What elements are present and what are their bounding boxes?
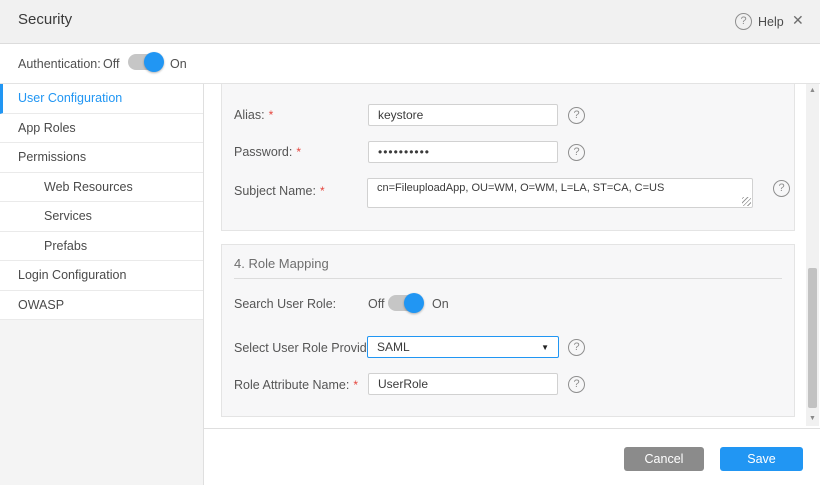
search-user-role-label: Search User Role: xyxy=(234,297,336,311)
required-asterisk: * xyxy=(353,378,358,392)
sidebar-item-prefabs[interactable]: Prefabs xyxy=(0,232,203,262)
dropdown-arrow-icon: ▼ xyxy=(541,343,549,352)
authentication-toggle[interactable] xyxy=(128,54,162,70)
cancel-button[interactable]: Cancel xyxy=(624,447,704,471)
password-input[interactable] xyxy=(368,141,558,163)
help-icon[interactable]: ? xyxy=(568,107,585,124)
scrollbar-down-arrow[interactable]: ▼ xyxy=(806,412,819,426)
sidebar-item-user-configuration[interactable]: User Configuration xyxy=(0,84,203,114)
page-title: Security xyxy=(18,11,72,28)
sidebar-item-login-configuration[interactable]: Login Configuration xyxy=(0,261,203,291)
toggle-knob xyxy=(144,52,164,72)
dialog-header xyxy=(0,0,820,44)
user-role-provider-label: Select User Role Provider: xyxy=(234,341,381,355)
alias-label: Alias:* xyxy=(234,108,273,122)
section-divider xyxy=(234,278,782,279)
subject-name-field: cn=FileuploadApp, OU=WM, O=WM, L=LA, ST=… xyxy=(367,178,753,208)
certificate-section: Alias:* ? Password:* ? Subject Name:* cn… xyxy=(221,84,795,231)
help-icon[interactable]: ? xyxy=(773,180,790,197)
sidebar-item-owasp[interactable]: OWASP xyxy=(0,291,203,321)
authentication-label: Authentication: xyxy=(18,57,101,71)
sidebar-item-web-resources[interactable]: Web Resources xyxy=(0,173,203,203)
authentication-bar xyxy=(0,44,820,84)
authentication-on-label: On xyxy=(170,57,187,71)
required-asterisk: * xyxy=(296,145,301,159)
close-icon[interactable]: ✕ xyxy=(792,12,804,29)
role-attribute-name-label: Role Attribute Name:* xyxy=(234,378,358,392)
subject-name-textarea[interactable]: cn=FileuploadApp, OU=WM, O=WM, L=LA, ST=… xyxy=(368,179,752,207)
scrollbar-up-arrow[interactable]: ▲ xyxy=(806,84,819,98)
role-mapping-section: 4. Role Mapping Search User Role: Off On… xyxy=(221,244,795,417)
selected-provider-value: SAML xyxy=(377,340,410,354)
required-asterisk: * xyxy=(269,108,274,122)
sidebar: User Configuration App Roles Permissions… xyxy=(0,84,204,485)
help-icon[interactable]: ? xyxy=(735,13,752,30)
password-label: Password:* xyxy=(234,145,301,159)
help-button[interactable]: Help xyxy=(758,15,784,29)
help-icon[interactable]: ? xyxy=(568,339,585,356)
help-icon[interactable]: ? xyxy=(568,376,585,393)
sidebar-item-permissions[interactable]: Permissions xyxy=(0,143,203,173)
subject-name-label: Subject Name:* xyxy=(234,184,325,198)
footer-divider xyxy=(204,428,820,429)
resize-handle-icon[interactable] xyxy=(742,197,751,206)
search-role-on-label: On xyxy=(432,297,449,311)
sidebar-item-services[interactable]: Services xyxy=(0,202,203,232)
security-dialog: Security ? Help ✕ Authentication: Off On… xyxy=(0,0,820,485)
sidebar-item-app-roles[interactable]: App Roles xyxy=(0,114,203,144)
alias-input[interactable] xyxy=(368,104,558,126)
scrollbar-thumb[interactable] xyxy=(808,268,817,408)
authentication-off-label: Off xyxy=(103,57,119,71)
toggle-knob xyxy=(404,293,424,313)
search-role-off-label: Off xyxy=(368,297,384,311)
role-mapping-title: 4. Role Mapping xyxy=(234,256,329,271)
help-icon[interactable]: ? xyxy=(568,144,585,161)
role-attribute-name-input[interactable] xyxy=(368,373,558,395)
user-role-provider-select[interactable]: SAML ▼ xyxy=(367,336,559,358)
scrollbar[interactable]: ▲ ▼ xyxy=(806,84,819,426)
required-asterisk: * xyxy=(320,184,325,198)
save-button[interactable]: Save xyxy=(720,447,803,471)
search-user-role-toggle[interactable] xyxy=(388,295,422,311)
